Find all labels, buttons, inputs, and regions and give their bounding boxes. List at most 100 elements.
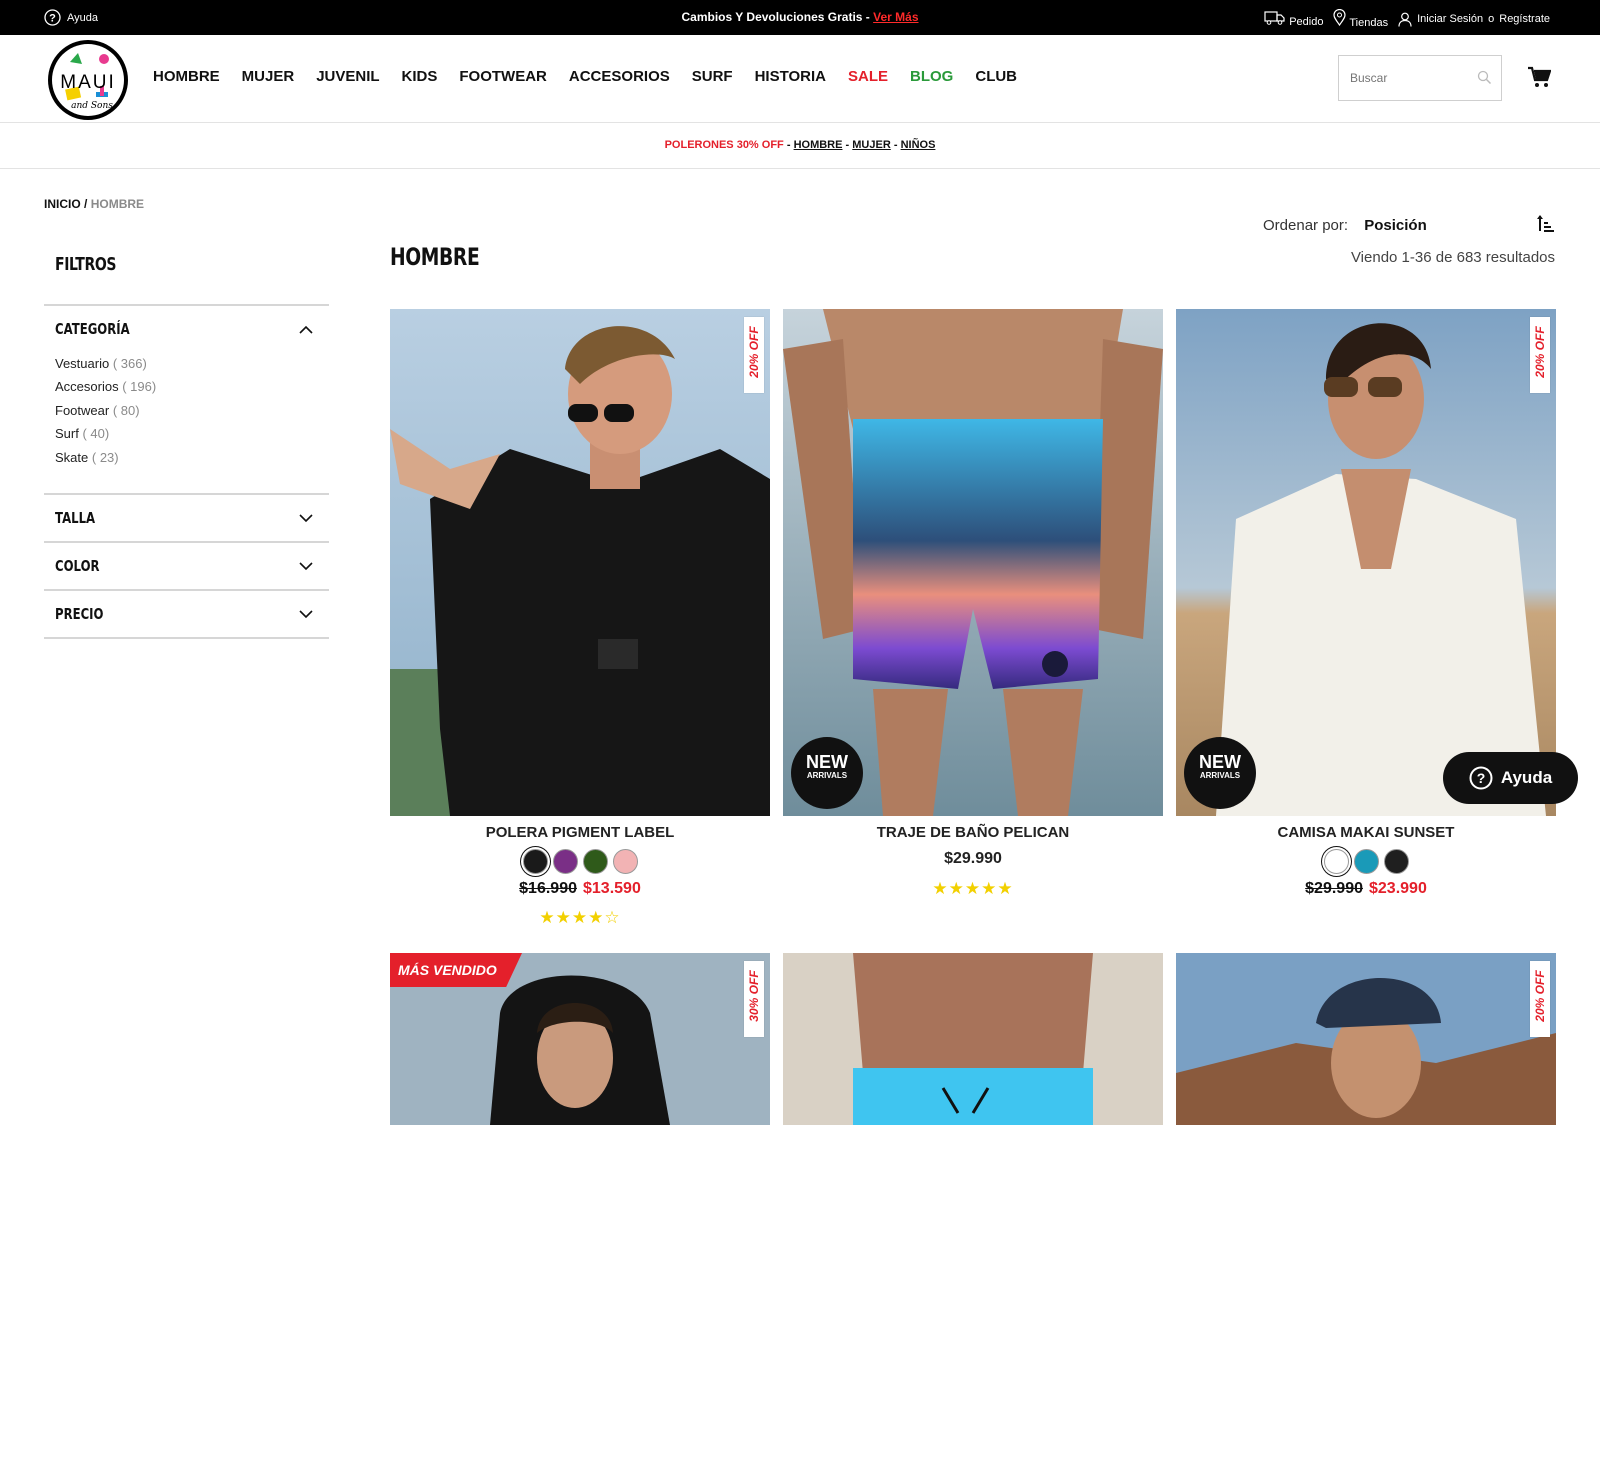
sort-control: Ordenar por: Posición bbox=[1263, 217, 1427, 234]
discount-badge: 20% OFF bbox=[1530, 961, 1550, 1037]
swatch-teal[interactable] bbox=[1353, 849, 1379, 874]
site-header: MAUI and Sons HOMBRE MUJER JUVENIL KIDS … bbox=[0, 35, 1600, 123]
facet-precio-header[interactable]: PRECIO bbox=[44, 591, 329, 637]
facet-category-header[interactable]: CATEGORÍA bbox=[44, 306, 329, 352]
logo-mark: MAUI and Sons bbox=[52, 44, 124, 116]
order-link[interactable]: Pedido bbox=[1264, 10, 1324, 28]
nav-surf[interactable]: SURF bbox=[692, 68, 733, 85]
product-name[interactable]: CAMISA MAKAI SUNSET bbox=[1176, 824, 1556, 841]
rating-stars: ★★★★★ bbox=[932, 879, 1014, 898]
swatch-white[interactable] bbox=[1323, 849, 1349, 874]
product-photo-short bbox=[783, 953, 1163, 1125]
facet-color-header[interactable]: COLOR bbox=[44, 543, 329, 589]
product-card[interactable]: MÁS VENDIDO 30% OFF bbox=[390, 953, 770, 1125]
swatch-purple[interactable] bbox=[552, 849, 578, 874]
nav-accesorios[interactable]: ACCESORIOS bbox=[569, 68, 670, 85]
discount-text: 20% OFF bbox=[747, 326, 761, 378]
product-card[interactable]: NEW ARRIVALS TRAJE DE BAÑO PELICAN $29.9… bbox=[783, 309, 1163, 909]
nav-juvenil[interactable]: JUVENIL bbox=[316, 68, 379, 85]
product-image[interactable]: 20% OFF NEW ARRIVALS bbox=[1176, 309, 1556, 816]
category-count: ( 196) bbox=[122, 379, 157, 395]
product-image[interactable] bbox=[783, 953, 1163, 1460]
account-area: Iniciar Sesión o Regístrate bbox=[1398, 12, 1550, 27]
category-item[interactable]: Surf ( 40) bbox=[55, 422, 329, 445]
product-photo-polera bbox=[390, 309, 770, 816]
nav-mujer[interactable]: MUJER bbox=[242, 68, 295, 85]
best-seller-badge: MÁS VENDIDO bbox=[390, 953, 522, 987]
sale-price: $23.990 bbox=[1369, 880, 1427, 897]
product-price: $16.990 $13.590 bbox=[390, 880, 770, 898]
product-image[interactable]: MÁS VENDIDO 30% OFF bbox=[390, 953, 770, 1460]
product-image[interactable]: 20% OFF bbox=[1176, 953, 1556, 1460]
login-link[interactable]: Iniciar Sesión bbox=[1417, 13, 1483, 25]
facet-talla-header[interactable]: TALLA bbox=[44, 495, 329, 541]
sort-direction-icon[interactable] bbox=[1537, 214, 1555, 234]
strip-sep: - bbox=[893, 139, 898, 151]
breadcrumb-sep: / bbox=[84, 197, 88, 211]
svg-text:?: ? bbox=[1477, 770, 1486, 786]
swatch-pink[interactable] bbox=[612, 849, 638, 874]
swatch-green[interactable] bbox=[582, 849, 608, 874]
breadcrumb-home[interactable]: INICIO bbox=[44, 197, 81, 211]
product-image[interactable]: NEW ARRIVALS bbox=[783, 309, 1163, 816]
help-chat-button[interactable]: ? Ayuda bbox=[1443, 752, 1578, 804]
svg-text:and Sons: and Sons bbox=[71, 101, 113, 111]
nav-footwear[interactable]: FOOTWEAR bbox=[459, 68, 547, 85]
stores-link[interactable]: Tiendas bbox=[1333, 8, 1388, 29]
product-photo-jockey bbox=[1176, 953, 1556, 1125]
strip-link-hombre[interactable]: HOMBRE bbox=[794, 139, 843, 151]
product-name[interactable]: TRAJE DE BAÑO PELICAN bbox=[783, 824, 1163, 841]
search-input[interactable] bbox=[1339, 56, 1459, 100]
strip-link-mujer[interactable]: MUJER bbox=[852, 139, 891, 151]
nav-blog[interactable]: BLOG bbox=[910, 68, 953, 85]
swatch-black[interactable] bbox=[522, 849, 548, 874]
category-name: Vestuario bbox=[55, 356, 110, 371]
product-card[interactable]: 20% OFF POLERA PIGMENT LABEL $16.990 $13.… bbox=[390, 309, 770, 929]
category-list: Vestuario ( 366) Accesorios ( 196) Footw… bbox=[44, 352, 329, 487]
truck-icon bbox=[1264, 10, 1285, 25]
strip-link-ninos[interactable]: NIÑOS bbox=[901, 139, 936, 151]
maui-logo[interactable]: MAUI and Sons bbox=[48, 40, 128, 120]
nav-hombre[interactable]: HOMBRE bbox=[153, 68, 220, 85]
search-box bbox=[1338, 55, 1502, 101]
discount-text: 30% OFF bbox=[747, 970, 761, 1022]
product-card[interactable]: 20% OFF NEW ARRIVALS CAMISA MAKAI SUNSET… bbox=[1176, 309, 1556, 909]
product-image[interactable]: 20% OFF bbox=[390, 309, 770, 816]
cart-icon[interactable] bbox=[1527, 66, 1551, 88]
filters-title: FILTROS bbox=[55, 254, 117, 275]
register-link[interactable]: Regístrate bbox=[1499, 13, 1550, 25]
main-nav: HOMBRE MUJER JUVENIL KIDS FOOTWEAR ACCES… bbox=[153, 68, 1017, 85]
product-card[interactable] bbox=[783, 953, 1163, 1125]
sort-select[interactable]: Posición bbox=[1364, 217, 1427, 234]
category-item[interactable]: Vestuario ( 366) bbox=[55, 352, 329, 375]
promo-strip: POLERONES 30% OFF - HOMBRE - MUJER - NIÑ… bbox=[0, 123, 1600, 169]
product-price: $29.990 bbox=[783, 850, 1163, 868]
help-chat-label: Ayuda bbox=[1500, 768, 1553, 787]
help-icon: ? bbox=[1469, 766, 1493, 790]
nav-sale[interactable]: SALE bbox=[848, 68, 888, 85]
facet-precio-label: PRECIO bbox=[55, 605, 104, 623]
swatch-black[interactable] bbox=[1383, 849, 1409, 874]
category-item[interactable]: Skate ( 23) bbox=[55, 446, 329, 469]
category-item[interactable]: Accesorios ( 196) bbox=[55, 375, 329, 398]
new-arrivals-badge: NEW ARRIVALS bbox=[791, 737, 863, 809]
facet-precio: PRECIO bbox=[44, 589, 329, 637]
category-count: ( 366) bbox=[112, 356, 147, 371]
arrivals-label: ARRIVALS bbox=[1199, 771, 1241, 780]
product-card[interactable]: 20% OFF bbox=[1176, 953, 1556, 1125]
nav-historia[interactable]: HISTORIA bbox=[755, 68, 826, 85]
search-icon[interactable] bbox=[1477, 70, 1492, 85]
discount-text: 20% OFF bbox=[1533, 970, 1547, 1022]
chevron-down-icon bbox=[299, 609, 313, 618]
nav-kids[interactable]: KIDS bbox=[402, 68, 438, 85]
promo-link[interactable]: Ver Más bbox=[873, 10, 918, 24]
category-item[interactable]: Footwear ( 80) bbox=[55, 399, 329, 422]
product-name[interactable]: POLERA PIGMENT LABEL bbox=[390, 824, 770, 841]
facet-divider bbox=[44, 637, 329, 639]
nav-club[interactable]: CLUB bbox=[975, 68, 1017, 85]
order-label: Pedido bbox=[1289, 15, 1324, 28]
facet-talla: TALLA bbox=[44, 493, 329, 541]
facet-category: CATEGORÍA Vestuario ( 366) Accesorios ( … bbox=[44, 304, 329, 487]
category-name: Surf bbox=[55, 426, 79, 442]
chevron-up-icon bbox=[299, 325, 313, 334]
